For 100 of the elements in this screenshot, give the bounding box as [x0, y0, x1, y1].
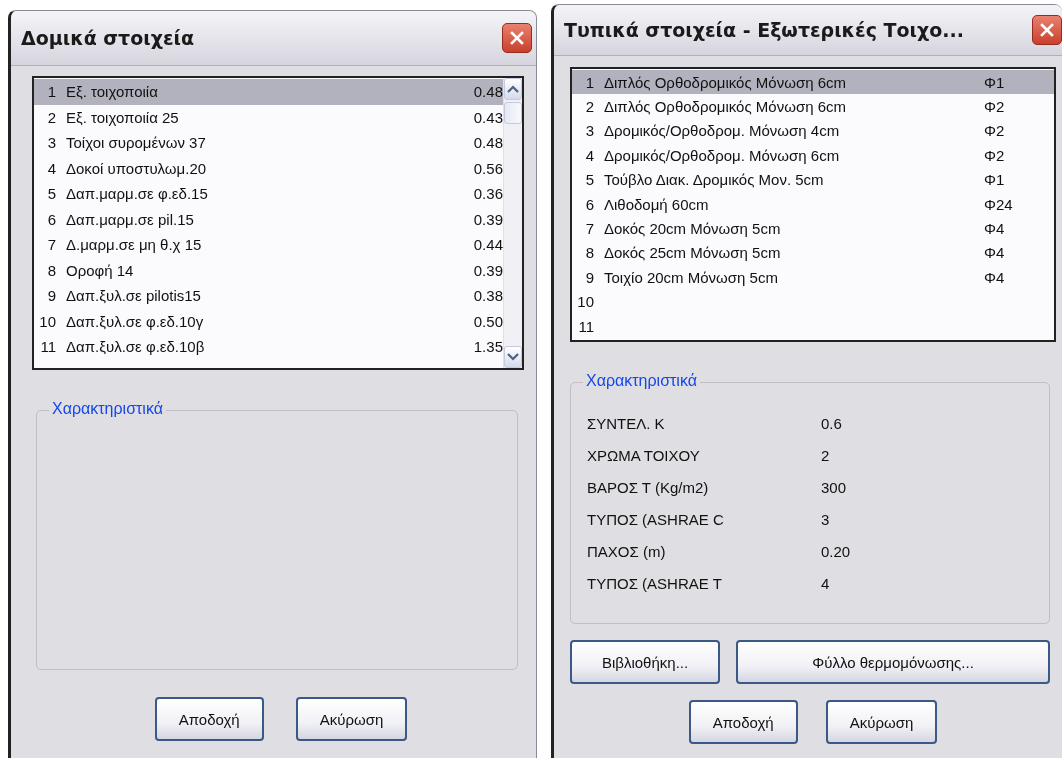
- item-number: 11: [577, 318, 594, 334]
- item-value: 1.35: [473, 339, 503, 355]
- list-row[interactable]: 1 Διπλός Ορθοδρομικός Μόνωση 6cm Φ1: [572, 70, 1054, 95]
- item-number: 2: [584, 99, 594, 115]
- item-number: 5: [584, 172, 594, 188]
- item-number: 5: [46, 186, 56, 202]
- item-name: Δαπ.ξυλ.σε pilotis15: [66, 288, 202, 304]
- item-number: 1: [46, 84, 56, 100]
- item-name: Δοκός 20cm Μόνωση 5cm: [604, 221, 782, 237]
- list-row[interactable]: 10 Δαπ.ξυλ.σε φ.εδ.10γ 0.50: [34, 308, 503, 334]
- property-name: ΤΥΠΟΣ (ASHRAE T: [587, 574, 723, 592]
- dialog-button[interactable]: Ακύρωση: [295, 697, 408, 741]
- scroll-down-button[interactable]: [504, 346, 522, 368]
- item-number: 4: [584, 147, 594, 163]
- close-icon: [509, 30, 525, 46]
- scrollbar-thumb[interactable]: [504, 102, 522, 124]
- item-number: 7: [46, 237, 56, 253]
- item-value: Φ2: [984, 147, 1006, 163]
- list-row[interactable]: 2 Εξ. τοιχοποιία 25 0.43: [34, 104, 503, 130]
- dialog-button[interactable]: Φύλλο θερμομόνωσης...: [736, 640, 1050, 684]
- list-row[interactable]: 10: [572, 289, 1054, 314]
- item-number: 3: [46, 135, 56, 151]
- property-value: 0.6: [821, 414, 843, 432]
- item-name: Διπλός Ορθοδρομικός Μόνωση 6cm: [604, 74, 847, 90]
- list-row[interactable]: 11 Δαπ.ξυλ.σε φ.εδ.10β 1.35: [34, 334, 503, 360]
- list-row[interactable]: 5 Τούβλο Διακ. Δρομικός Μον. 5cm Φ1: [572, 167, 1054, 192]
- item-number: 7: [584, 221, 594, 237]
- list-row[interactable]: 8 Δοκός 25cm Μόνωση 5cm Φ4: [572, 240, 1054, 266]
- item-name: Εξ. τοιχοποιία 25: [66, 109, 180, 125]
- item-name: Δοκοί υποστυλωμ.20: [66, 160, 208, 176]
- item-name: Δ.μαρμ.σε μη θ.χ 15: [66, 237, 203, 253]
- property-name: ΤΥΠΟΣ (ASHRAE C: [587, 510, 725, 528]
- dialog-button[interactable]: Ακύρωση: [825, 700, 938, 744]
- scrollbar[interactable]: [503, 78, 522, 368]
- item-name: Δαπ.μαρμ.σε φ.εδ.15: [66, 186, 209, 202]
- item-name: Δαπ.ξυλ.σε φ.εδ.10β: [66, 339, 206, 355]
- item-value: 0.48: [473, 84, 503, 100]
- item-number: 10: [38, 313, 56, 329]
- dialog-button[interactable]: Αποδοχή: [154, 697, 264, 741]
- item-value: 0.56: [473, 160, 503, 176]
- item-value: Φ1: [984, 74, 1006, 90]
- item-value: 0.48: [473, 135, 503, 151]
- list-row[interactable]: 7 Δοκός 20cm Μόνωση 5cm Φ4: [572, 216, 1054, 241]
- list-row[interactable]: 3 Τοίχοι συρομένων 37 0.48: [34, 130, 503, 156]
- item-value: Φ2: [984, 123, 1006, 139]
- item-value: 0.44: [473, 237, 503, 253]
- item-value: 0.39: [473, 262, 503, 278]
- dialog-button[interactable]: Βιβλιοθήκη...: [570, 640, 721, 684]
- item-number: 3: [584, 123, 594, 139]
- item-name: Τούβλο Διακ. Δρομικός Μον. 5cm: [604, 172, 825, 188]
- item-number: 9: [46, 288, 56, 304]
- list-row[interactable]: 4 Δοκοί υποστυλωμ.20 0.56: [34, 155, 503, 181]
- item-value: Φ4: [984, 221, 1006, 237]
- list-row[interactable]: 11: [572, 313, 1054, 339]
- item-number: 8: [46, 262, 56, 278]
- list-row[interactable]: 1 Εξ. τοιχοποιία 0.48: [34, 79, 503, 105]
- dialog-button[interactable]: Αποδοχή: [688, 700, 798, 744]
- property-value: 300: [821, 478, 847, 496]
- item-name: Λιθοδομή 60cm: [604, 196, 710, 212]
- list-row[interactable]: 9 Τοιχίο 20cm Μόνωση 5cm Φ4: [572, 265, 1054, 290]
- property-name: ΠΑΧΟΣ (m): [587, 542, 667, 560]
- item-name: Δρομικός/Ορθοδρομ. Μόνωση 4cm: [604, 123, 841, 139]
- window-title: Τυπικά στοιχεία - Εξωτερικές Τοιχο...: [564, 19, 964, 41]
- close-button[interactable]: [1032, 15, 1062, 45]
- list-row[interactable]: 9 Δαπ.ξυλ.σε pilotis15 0.38: [34, 283, 503, 309]
- property-name: ΒΑΡΟΣ Τ (Kg/m2): [587, 478, 710, 496]
- item-value: 0.36: [473, 186, 503, 202]
- item-number: 9: [584, 269, 594, 285]
- item-value: Φ1: [984, 172, 1006, 188]
- scroll-up-button[interactable]: [504, 78, 522, 100]
- list-row[interactable]: 6 Λιθοδομή 60cm Φ24: [572, 191, 1054, 217]
- item-name: Οροφή 14: [66, 262, 135, 278]
- list-row[interactable]: 5 Δαπ.μαρμ.σε φ.εδ.15 0.36: [34, 181, 503, 207]
- item-value: 0.38: [473, 288, 503, 304]
- item-value: Φ4: [984, 245, 1006, 261]
- item-number: 4: [46, 160, 56, 176]
- property-value: 3: [821, 510, 831, 528]
- group-label: Χαρακτηριστικά: [583, 372, 700, 390]
- list-row[interactable]: 2 Διπλός Ορθοδρομικός Μόνωση 6cm Φ2: [572, 94, 1054, 119]
- property-value: 0.20: [821, 542, 852, 560]
- group-label: Χαρακτηριστικά: [49, 400, 166, 418]
- list-row[interactable]: 4 Δρομικός/Ορθοδρομ. Μόνωση 6cm Φ2: [572, 143, 1054, 168]
- item-name: Δρομικός/Ορθοδρομ. Μόνωση 6cm: [604, 147, 841, 163]
- item-number: 11: [39, 339, 56, 355]
- property-value: 4: [821, 574, 831, 592]
- item-number: 6: [46, 211, 56, 227]
- list-row[interactable]: 8 Οροφή 14 0.39: [34, 257, 503, 283]
- item-number: 8: [584, 245, 594, 261]
- item-number: 2: [46, 109, 56, 125]
- item-value: 0.50: [473, 313, 503, 329]
- list-row[interactable]: 6 Δαπ.μαρμ.σε pil.15 0.39: [34, 206, 503, 232]
- list-row[interactable]: 3 Δρομικός/Ορθοδρομ. Μόνωση 4cm Φ2: [572, 118, 1054, 144]
- item-name: Τοίχοι συρομένων 37: [66, 135, 207, 151]
- item-value: Φ24: [984, 196, 1014, 212]
- item-name: Τοιχίο 20cm Μόνωση 5cm: [604, 269, 779, 285]
- item-value: Φ2: [984, 99, 1006, 115]
- item-name: Διπλός Ορθοδρομικός Μόνωση 6cm: [604, 99, 847, 115]
- property-value: 2: [821, 446, 831, 464]
- close-button[interactable]: [502, 23, 532, 53]
- list-row[interactable]: 7 Δ.μαρμ.σε μη θ.χ 15 0.44: [34, 232, 503, 258]
